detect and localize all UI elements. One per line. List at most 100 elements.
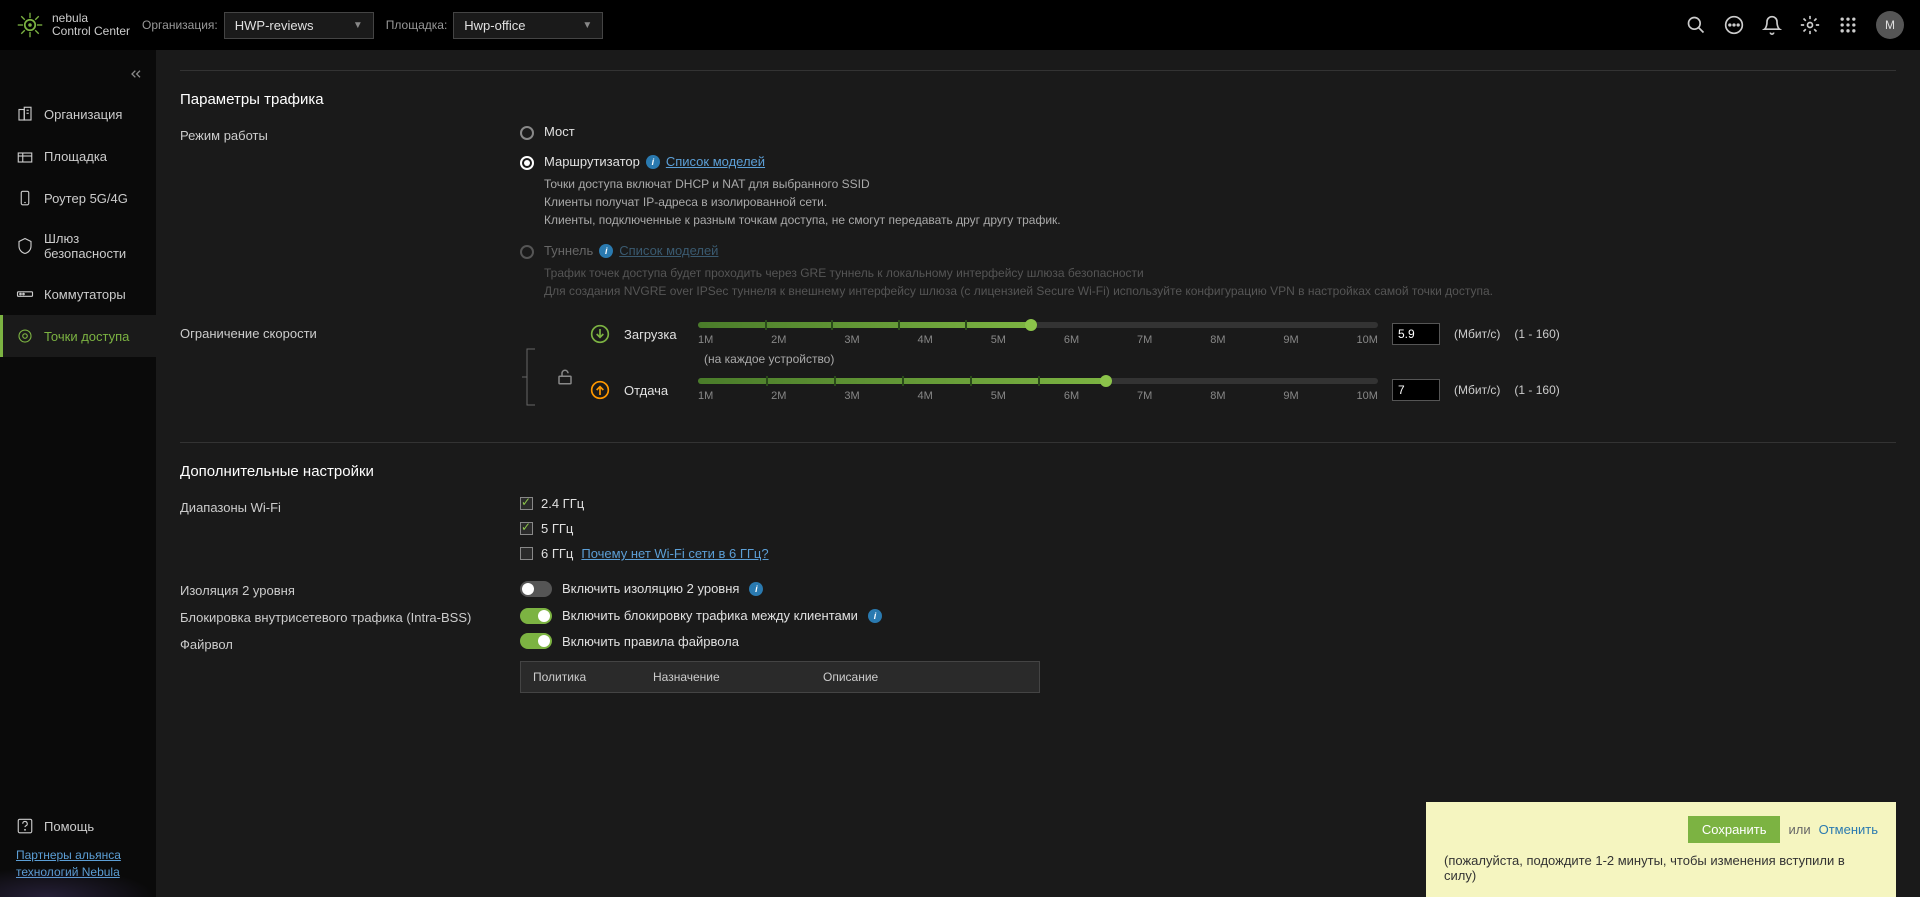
shield-icon [16,237,34,255]
bands-label: Диапазоны Wi-Fi [180,496,520,571]
gear-icon[interactable] [1800,15,1820,35]
main-content: Параметры трафика Режим работы Мост М [156,50,1920,897]
site-select[interactable]: Hwp-office ▼ [453,12,603,39]
site-value: Hwp-office [464,18,525,33]
site-icon [16,147,34,165]
search-icon[interactable] [1686,15,1706,35]
radio-router[interactable] [520,156,534,170]
range-label: (1 - 160) [1514,327,1559,341]
fw-col-dest: Назначение [641,662,811,692]
help-button[interactable]: Помощь [16,817,140,835]
unit-label: (Мбит/с) [1454,383,1500,397]
sidebar-item-site[interactable]: Площадка [0,135,156,177]
sidebar-item-organization[interactable]: Организация [0,93,156,135]
brand-line2: Control Center [52,25,130,38]
toggle-firewall[interactable] [520,633,552,649]
rate-limit-label: Ограничение скорости [180,322,520,422]
slider-ticks: 1M2M3M4M5M6M7M8M9M10M [698,334,1378,346]
router-desc-1: Точки доступа включат DHCP и NAT для выб… [544,175,1896,193]
cancel-link[interactable]: Отменить [1819,822,1878,837]
bracket-icon [520,347,540,407]
checkbox-2-4ghz[interactable] [520,497,533,510]
apps-grid-icon[interactable] [1838,15,1858,35]
upload-icon [590,380,610,400]
unit-label: (Мбит/с) [1454,327,1500,341]
router-desc-2: Клиенты получат IP-адреса в изолированно… [544,193,1896,211]
upload-slider[interactable] [698,378,1378,384]
upload-label: Отдача [624,383,684,398]
band-5-label: 5 ГГц [541,521,573,536]
sidebar-item-switches[interactable]: Коммутаторы [0,273,156,315]
chat-icon[interactable] [1724,15,1744,35]
toggle-l2-isolation[interactable] [520,581,552,597]
avatar[interactable]: M [1876,11,1904,39]
radio-router-label: Маршрутизатор [544,154,640,169]
sidebar-item-label: Шлюз безопасности [44,231,140,261]
tunnel-desc-2: Для создания NVGRE over IPSec туннеля к … [544,282,1896,300]
intrabss-text: Включить блокировку трафика между клиент… [562,608,858,623]
sidebar-item-label: Площадка [44,149,107,164]
sidebar-item-security-gateway[interactable]: Шлюз безопасности [0,219,156,273]
bell-icon[interactable] [1762,15,1782,35]
chevron-double-left-icon [128,66,144,82]
topbar: nebula Control Center Организация: HWP-r… [0,0,1920,50]
model-list-link-disabled[interactable]: Список моделей [619,243,718,258]
fw-col-policy: Политика [521,662,641,692]
intrabss-label: Блокировка внутрисетевого трафика (Intra… [180,606,520,625]
chevron-down-icon: ▼ [353,20,363,31]
upload-input[interactable] [1392,379,1440,401]
radio-tunnel [520,245,534,259]
radio-tunnel-label: Туннель [544,243,593,258]
info-icon[interactable]: i [599,244,613,258]
sidebar: Организация Площадка Роутер 5G/4G Шлюз б… [0,50,156,897]
save-note: (пожалуйста, подождите 1-2 минуты, чтобы… [1444,853,1878,883]
partner-link[interactable]: Партнеры альянса технологий Nebula [16,847,140,881]
save-button[interactable]: Сохранить [1688,816,1781,843]
model-list-link[interactable]: Список моделей [666,154,765,169]
info-icon[interactable]: i [749,582,763,596]
collapse-sidebar-button[interactable] [116,58,156,93]
chevron-down-icon: ▼ [582,20,592,31]
org-select[interactable]: HWP-reviews ▼ [224,12,374,39]
why-6ghz-link[interactable]: Почему нет Wi-Fi сети в 6 ГГц? [581,546,768,561]
router-desc-3: Клиенты, подключенные к разным точкам до… [544,211,1896,229]
checkbox-5ghz[interactable] [520,522,533,535]
download-label: Загрузка [624,327,684,342]
or-text: или [1788,822,1810,837]
advanced-section-title: Дополнительные настройки [180,463,1896,480]
download-slider[interactable] [698,322,1378,328]
brand-logo[interactable]: nebula Control Center [16,11,130,39]
band-2-4-label: 2.4 ГГц [541,496,584,511]
help-label: Помощь [44,819,94,834]
site-label: Площадка: [386,18,448,32]
sidebar-item-router[interactable]: Роутер 5G/4G [0,177,156,219]
sidebar-item-label: Организация [44,107,122,122]
sidebar-item-access-points[interactable]: Точки доступа [0,315,156,357]
org-value: HWP-reviews [235,18,314,33]
firewall-label: Файрвол [180,633,520,693]
org-label: Организация: [142,18,218,32]
range-label: (1 - 160) [1514,383,1559,397]
checkbox-6ghz[interactable] [520,547,533,560]
unlock-icon[interactable] [556,368,574,386]
traffic-section-title: Параметры трафика [180,91,1896,108]
info-icon[interactable]: i [646,155,660,169]
sidebar-item-label: Точки доступа [44,329,129,344]
tunnel-desc-1: Трафик точек доступа будет проходить чер… [544,264,1896,282]
download-input[interactable] [1392,323,1440,345]
building-icon [16,105,34,123]
access-point-icon [16,327,34,345]
toggle-intrabss[interactable] [520,608,552,624]
firewall-table: Политика Назначение Описание [520,661,1040,693]
download-icon [590,324,610,344]
radio-bridge-label: Мост [544,124,1896,139]
info-icon[interactable]: i [868,609,882,623]
sidebar-item-label: Роутер 5G/4G [44,191,128,206]
fw-col-desc: Описание [811,662,1039,692]
radio-bridge[interactable] [520,126,534,140]
save-banner: Сохранить или Отменить (пожалуйста, подо… [1426,802,1896,897]
mobile-router-icon [16,189,34,207]
l2-isolation-label: Изоляция 2 уровня [180,579,520,598]
sidebar-item-label: Коммутаторы [44,287,126,302]
band-6-label: 6 ГГц [541,546,573,561]
